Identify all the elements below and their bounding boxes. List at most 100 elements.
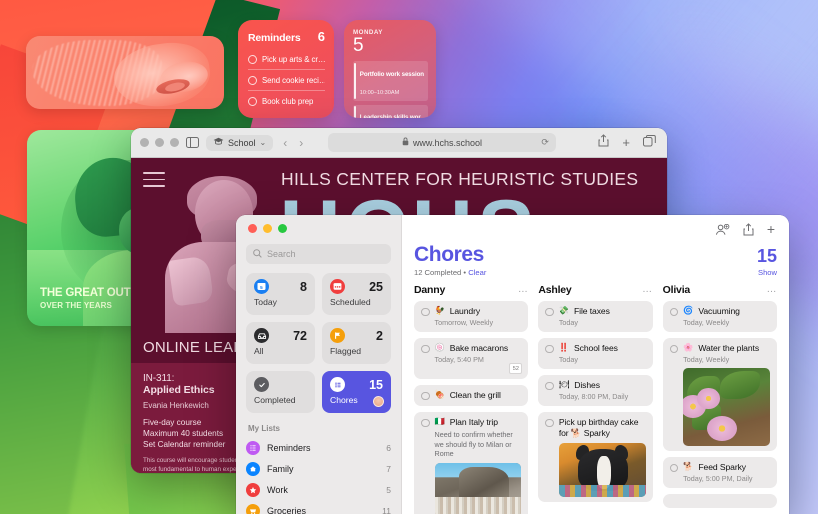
checkbox-circle-icon[interactable]: [421, 391, 430, 400]
list-icon: [246, 440, 260, 455]
safari-toolbar: School ⌄ ‹ › www.hchs.school ⟳ +: [131, 128, 667, 158]
tile-label: Today: [254, 297, 277, 307]
smart-list-tiles: 5 8 Today 25 Scheduled 72 All 2 Flagged …: [246, 273, 391, 413]
calendar-event[interactable]: Portfolio work session 10:00–10:30AM: [353, 61, 428, 101]
tile-scheduled[interactable]: 25 Scheduled: [322, 273, 391, 315]
zoom-button[interactable]: [170, 138, 179, 147]
profile-chip[interactable]: School ⌄: [206, 134, 274, 151]
minimize-button[interactable]: [263, 224, 272, 233]
checkbox-circle-icon[interactable]: [248, 97, 257, 106]
photo-widget[interactable]: [26, 36, 224, 109]
window-traffic-lights[interactable]: [140, 138, 179, 147]
checkbox-circle-icon[interactable]: [545, 344, 554, 353]
task-subtitle: Today, 5:00 PM, Daily: [683, 474, 753, 483]
task-item[interactable]: 🌀 Vacuuming Today, Weekly: [662, 301, 777, 332]
forward-button[interactable]: ›: [299, 136, 303, 150]
clear-button[interactable]: Clear: [468, 268, 486, 277]
checkbox-circle-icon[interactable]: [248, 75, 257, 85]
checkbox-circle-icon[interactable]: [545, 307, 554, 316]
task-item[interactable]: 🍽 Dishes Today, 8:00 PM, Daily: [538, 375, 653, 406]
share-icon[interactable]: [598, 133, 609, 152]
show-completed-button[interactable]: Show: [758, 268, 777, 277]
task-photo-dog[interactable]: [558, 443, 646, 497]
task-item[interactable]: 🍥 Bake macarons Today, 5:40 PM 52: [414, 338, 529, 379]
navigation-arrows[interactable]: ‹ ›: [283, 136, 303, 150]
sidebar-item-reminders[interactable]: Reminders 6: [246, 437, 391, 458]
task-item[interactable]: 🌸 Water the plants Today, Weekly: [662, 338, 777, 451]
add-reminder-button[interactable]: +: [767, 222, 775, 241]
checkbox-circle-icon[interactable]: [545, 381, 554, 390]
task-item[interactable]: Pick up birthday cake for 🐕 Sparky: [538, 412, 653, 502]
tile-label: All: [254, 346, 264, 356]
window-traffic-lights[interactable]: [246, 224, 391, 233]
checkbox-circle-icon[interactable]: [421, 307, 430, 316]
back-button[interactable]: ‹: [283, 136, 287, 150]
task-title: Feed Sparky: [698, 462, 746, 472]
task-item[interactable]: ‼️ School fees Today: [538, 338, 653, 369]
checkbox-circle-icon[interactable]: [421, 418, 430, 427]
sidebar-icon[interactable]: [186, 137, 199, 148]
tile-count: 2: [376, 328, 383, 343]
calendar-event-time: 10:00–10:30AM: [359, 89, 400, 96]
column-menu-icon[interactable]: …: [642, 285, 653, 295]
reminders-widget-item[interactable]: Send cookie reci…: [248, 70, 325, 91]
minimize-button[interactable]: [155, 138, 164, 147]
task-emoji: 🐓: [434, 306, 445, 315]
reminders-toolbar: +: [414, 215, 777, 241]
completed-count-label: 12 Completed: [414, 268, 462, 277]
close-button[interactable]: [248, 224, 257, 233]
share-icon[interactable]: [743, 223, 754, 241]
task-item[interactable]: [662, 494, 777, 508]
calendar-widget[interactable]: MONDAY 5 Portfolio work session 10:00–10…: [344, 20, 436, 118]
search-input[interactable]: Search: [246, 244, 391, 264]
task-item[interactable]: 🐕 Feed Sparky Today, 5:00 PM, Daily: [662, 457, 777, 488]
new-tab-button[interactable]: +: [622, 136, 630, 149]
completed-status: 12 Completed • Clear: [414, 268, 486, 277]
task-item[interactable]: 🍖 Clean the grill: [414, 385, 529, 406]
sidebar-item-label: Work: [267, 484, 288, 495]
sidebar-item-work[interactable]: Work 5: [246, 479, 391, 500]
svg-text:5: 5: [260, 285, 263, 290]
calendar-event[interactable]: Leadership skills wor… 11AM–12PM: [353, 104, 428, 118]
tile-flagged[interactable]: 2 Flagged: [322, 322, 391, 364]
checkbox-circle-icon[interactable]: [421, 344, 430, 353]
column-header: Olivia …: [663, 284, 777, 296]
task-photo-italy[interactable]: [434, 462, 522, 514]
task-subtitle: Today, Weekly: [683, 318, 730, 327]
close-button[interactable]: [140, 138, 149, 147]
tile-completed[interactable]: Completed: [246, 371, 315, 413]
reminders-sidebar: Search 5 8 Today 25 Scheduled 72 All 2 F…: [236, 215, 402, 514]
address-bar[interactable]: www.hchs.school ⟳: [327, 133, 556, 152]
task-photo-flowers[interactable]: [683, 368, 770, 446]
calendar-day-number: 5: [353, 35, 364, 56]
checkbox-circle-icon[interactable]: [669, 463, 679, 472]
chevron-down-icon[interactable]: ⌄: [260, 138, 267, 147]
add-people-icon[interactable]: [715, 223, 730, 241]
sidebar-item-groceries[interactable]: Groceries 11: [246, 500, 391, 514]
checkbox-circle-icon[interactable]: [545, 418, 554, 427]
tile-all[interactable]: 72 All: [246, 322, 315, 364]
checkbox-circle-icon[interactable]: [669, 307, 679, 316]
task-emoji: 🐕: [683, 462, 694, 471]
column-menu-icon[interactable]: …: [518, 285, 529, 295]
tile-count: 72: [293, 328, 307, 343]
zoom-button[interactable]: [278, 224, 287, 233]
task-attachment-badge[interactable]: 52: [509, 363, 523, 374]
reminders-widget[interactable]: Reminders 6 Pick up arts & cr… Send cook…: [238, 20, 334, 118]
tile-chores[interactable]: 15 Chores: [322, 371, 391, 413]
column-menu-icon[interactable]: …: [766, 285, 777, 295]
task-item[interactable]: 💸 File taxes Today: [538, 301, 653, 332]
task-item[interactable]: 🐓 Laundry Tomorrow, Weekly: [414, 301, 529, 332]
reminders-widget-item[interactable]: Pick up arts & cr…: [248, 49, 325, 70]
reminders-app-window[interactable]: Search 5 8 Today 25 Scheduled 72 All 2 F…: [236, 215, 789, 514]
task-note: Need to confirm whether we should fly to…: [434, 430, 513, 458]
task-title: Pick up birthday cake for 🐕 Sparky: [558, 417, 639, 438]
reload-icon[interactable]: ⟳: [541, 137, 549, 148]
sidebar-item-family[interactable]: Family 7: [246, 458, 391, 479]
reminders-widget-item[interactable]: Book club prep: [248, 91, 325, 112]
tile-today[interactable]: 5 8 Today: [246, 273, 315, 315]
task-item[interactable]: 🇮🇹 Plan Italy trip Need to confirm wheth…: [414, 412, 529, 514]
checkbox-circle-icon[interactable]: [248, 54, 257, 64]
tabs-overview-icon[interactable]: [642, 134, 656, 152]
checkbox-circle-icon[interactable]: [669, 344, 679, 353]
